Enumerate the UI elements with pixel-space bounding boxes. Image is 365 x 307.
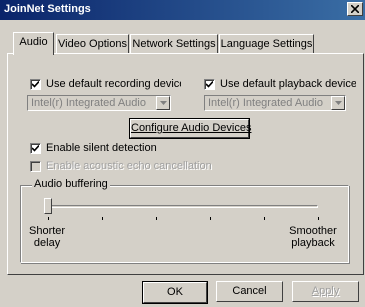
echo-cancellation-label: Enable acoustic echo cancellation [46,160,212,172]
tab-language-settings-label: Language Settings [220,38,313,50]
tab-video-options-label: Video Options [58,38,127,50]
slider-thumb[interactable] [44,198,52,214]
buffering-right-label-line2: playback [291,237,335,249]
tab-audio-label: Audio [19,36,48,48]
configure-audio-devices-label: Configure Audio Devices [131,122,252,134]
recording-device-select[interactable]: Intel(r) Integrated Audio [27,95,171,111]
cancel-button-label: Cancel [232,285,267,297]
buffering-slider[interactable] [36,194,326,224]
checkmark-icon [32,145,39,152]
tab-network-settings-label: Network Settings [132,38,216,50]
title-bar[interactable]: JoinNet Settings [0,0,365,20]
slider-tick [102,217,103,220]
recording-default-label: Use default recording device [46,78,181,90]
ok-button-label: OK [167,286,183,298]
configure-audio-devices-button[interactable]: Configure Audio Devices [129,118,252,139]
tab-audio[interactable]: Audio [13,32,54,55]
playback-dropdown-button[interactable] [331,96,345,110]
buffering-left-label-line1: Shorter [29,225,66,237]
checkmark-icon [206,81,213,88]
playback-default-checkbox[interactable] [204,79,215,90]
slider-tick [264,217,265,220]
window-title: JoinNet Settings [4,3,91,15]
chevron-down-icon [335,101,342,105]
close-icon [351,5,359,13]
slider-track [48,205,318,208]
tab-network-settings[interactable]: Network Settings [130,34,218,54]
chevron-down-icon [160,101,167,105]
ok-button[interactable]: OK [142,281,208,304]
slider-tick [210,217,211,220]
silent-detection-label: Enable silent detection [46,142,157,154]
slider-tick [318,217,319,220]
apply-button-label: Apply [311,285,340,297]
checkmark-icon [32,81,39,88]
recording-default-checkbox[interactable] [30,79,41,90]
slider-tick [156,217,157,220]
buffering-left-label: Shorter delay [29,225,65,249]
recording-dropdown-button[interactable] [156,96,170,110]
tab-language-settings[interactable]: Language Settings [219,34,314,54]
buffering-right-label: Smoother playback [288,225,338,249]
playback-default-label: Use default playback device [220,78,356,90]
recording-device-value: Intel(r) Integrated Audio [31,97,146,109]
settings-dialog: JoinNet Settings Audio Video Options Net… [0,0,365,307]
buffering-right-label-line1: Smoother [289,225,337,237]
apply-button[interactable]: Apply [292,281,359,302]
buffering-left-label-line2: delay [33,237,61,249]
audio-panel: Use default recording device Intel(r) In… [7,53,364,275]
playback-device-value: Intel(r) Integrated Audio [208,97,323,109]
silent-detection-checkbox[interactable] [30,143,41,154]
cancel-button[interactable]: Cancel [216,281,283,302]
audio-buffering-title: Audio buffering [32,178,110,190]
slider-tick [48,217,49,220]
playback-device-select[interactable]: Intel(r) Integrated Audio [204,95,346,111]
echo-cancellation-checkbox[interactable] [30,161,41,172]
close-button[interactable] [347,2,363,16]
tab-video-options[interactable]: Video Options [56,34,129,54]
